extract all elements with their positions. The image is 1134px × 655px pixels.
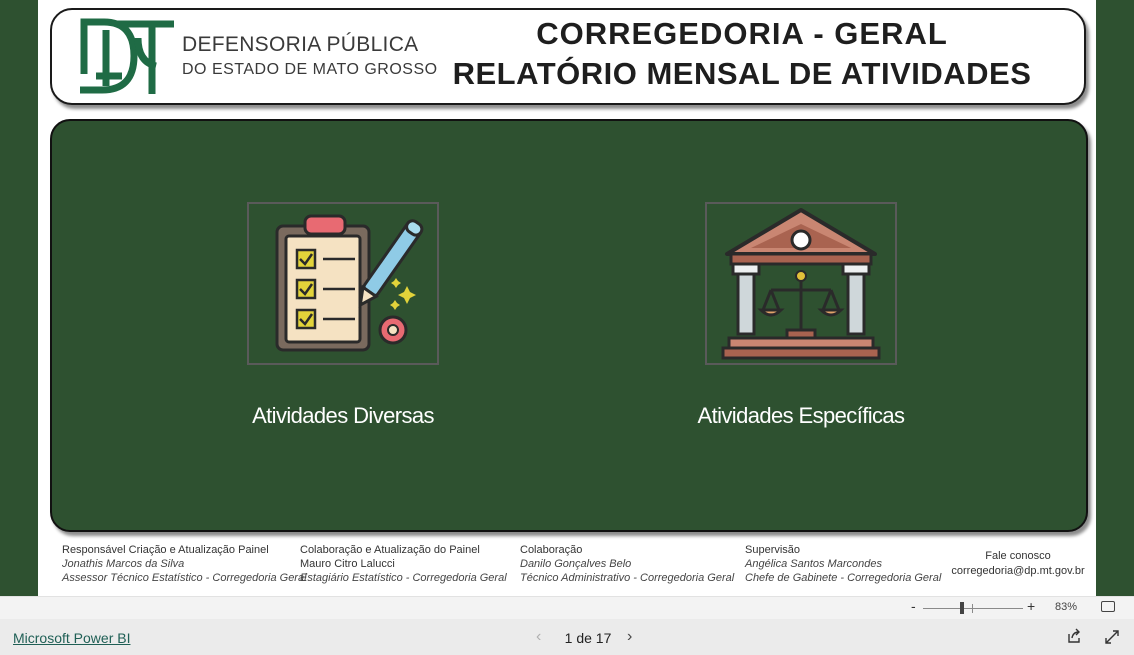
credit-name: Danilo Gonçalves Belo	[520, 558, 632, 570]
report-canvas: DEFENSORIA PÚBLICA DO ESTADO DE MATO GRO…	[38, 0, 1096, 596]
credit-role: Técnico Administrativo - Corregedoria Ge…	[520, 572, 735, 584]
report-title: CORREGEDORIA - GERAL	[536, 16, 948, 51]
credit-title: Responsável Criação e Atualização Painel	[62, 544, 269, 556]
credit-role: Assessor Técnico Estatístico - Corregedo…	[62, 572, 307, 584]
zoom-out-button[interactable]: -	[911, 598, 916, 614]
zoom-slider-thumb[interactable]	[960, 602, 964, 614]
zoom-in-button[interactable]: +	[1027, 598, 1035, 614]
credit-name: Jonathis Marcos da Silva	[62, 558, 185, 570]
fullscreen-icon[interactable]	[1104, 629, 1120, 645]
report-subtitle: RELATÓRIO MENSAL DE ATIVIDADES	[452, 56, 1032, 91]
fit-to-page-icon[interactable]	[1101, 601, 1115, 612]
atividades-especificas-tile[interactable]	[705, 202, 897, 365]
credit-name: Mauro Citro Lalucci	[300, 558, 395, 570]
credit-block: Supervisão Angélica Santos Marcondes Che…	[745, 543, 941, 585]
zoom-slider-track[interactable]	[923, 608, 1023, 609]
atividades-diversas-tile[interactable]	[247, 202, 439, 365]
credit-title: Colaboração	[520, 544, 583, 556]
atividades-especificas-label[interactable]: Atividades Específicas	[651, 403, 951, 429]
credit-role: Chefe de Gabinete - Corregedoria Geral	[745, 572, 942, 584]
previous-page-button[interactable]: ‹	[536, 628, 541, 646]
org-subtitle: DO ESTADO DE MATO GROSSO	[182, 61, 438, 78]
report-header: DEFENSORIA PÚBLICA DO ESTADO DE MATO GRO…	[50, 8, 1086, 105]
credit-name: Angélica Santos Marcondes	[745, 558, 882, 570]
next-page-button[interactable]: ›	[627, 628, 632, 646]
credit-role: Estagiário Estatístico - Corregedoria Ge…	[300, 572, 507, 584]
credit-title: Colaboração e Atualização do Painel	[300, 544, 480, 556]
contact-title: Fale conosco	[985, 550, 1051, 562]
bottom-bar: Microsoft Power BI ‹ 1 de 17 ›	[0, 619, 1134, 655]
credit-block: Colaboração Danilo Gonçalves Belo Técnic…	[520, 543, 734, 585]
contact-email: corregedoria@dp.mt.gov.br	[951, 565, 1085, 577]
share-icon[interactable]	[1066, 628, 1082, 644]
zoom-slider-midmark	[972, 604, 973, 613]
page-indicator: 1 de 17	[564, 630, 612, 646]
power-bi-link[interactable]: Microsoft Power BI	[13, 630, 130, 646]
defensoria-logo-icon	[80, 18, 174, 94]
contact-block: Fale conosco corregedoria@dp.mt.gov.br	[938, 549, 1098, 579]
zoom-level: 83%	[1054, 601, 1078, 613]
left-background-band	[0, 0, 38, 596]
right-background-band	[1096, 0, 1134, 596]
org-name: DEFENSORIA PÚBLICA	[182, 33, 419, 56]
courthouse-scales-icon	[721, 208, 881, 360]
atividades-diversas-label[interactable]: Atividades Diversas	[193, 403, 493, 429]
credit-title: Supervisão	[745, 544, 801, 556]
credit-block: Colaboração e Atualização do Painel Maur…	[300, 543, 507, 585]
status-bar: - + 83%	[0, 596, 1134, 619]
credit-block: Responsável Criação e Atualização Painel…	[62, 543, 307, 585]
navigation-panel: Atividades Diversas Atividades Específic…	[50, 119, 1088, 532]
checklist-clipboard-icon	[275, 214, 424, 352]
